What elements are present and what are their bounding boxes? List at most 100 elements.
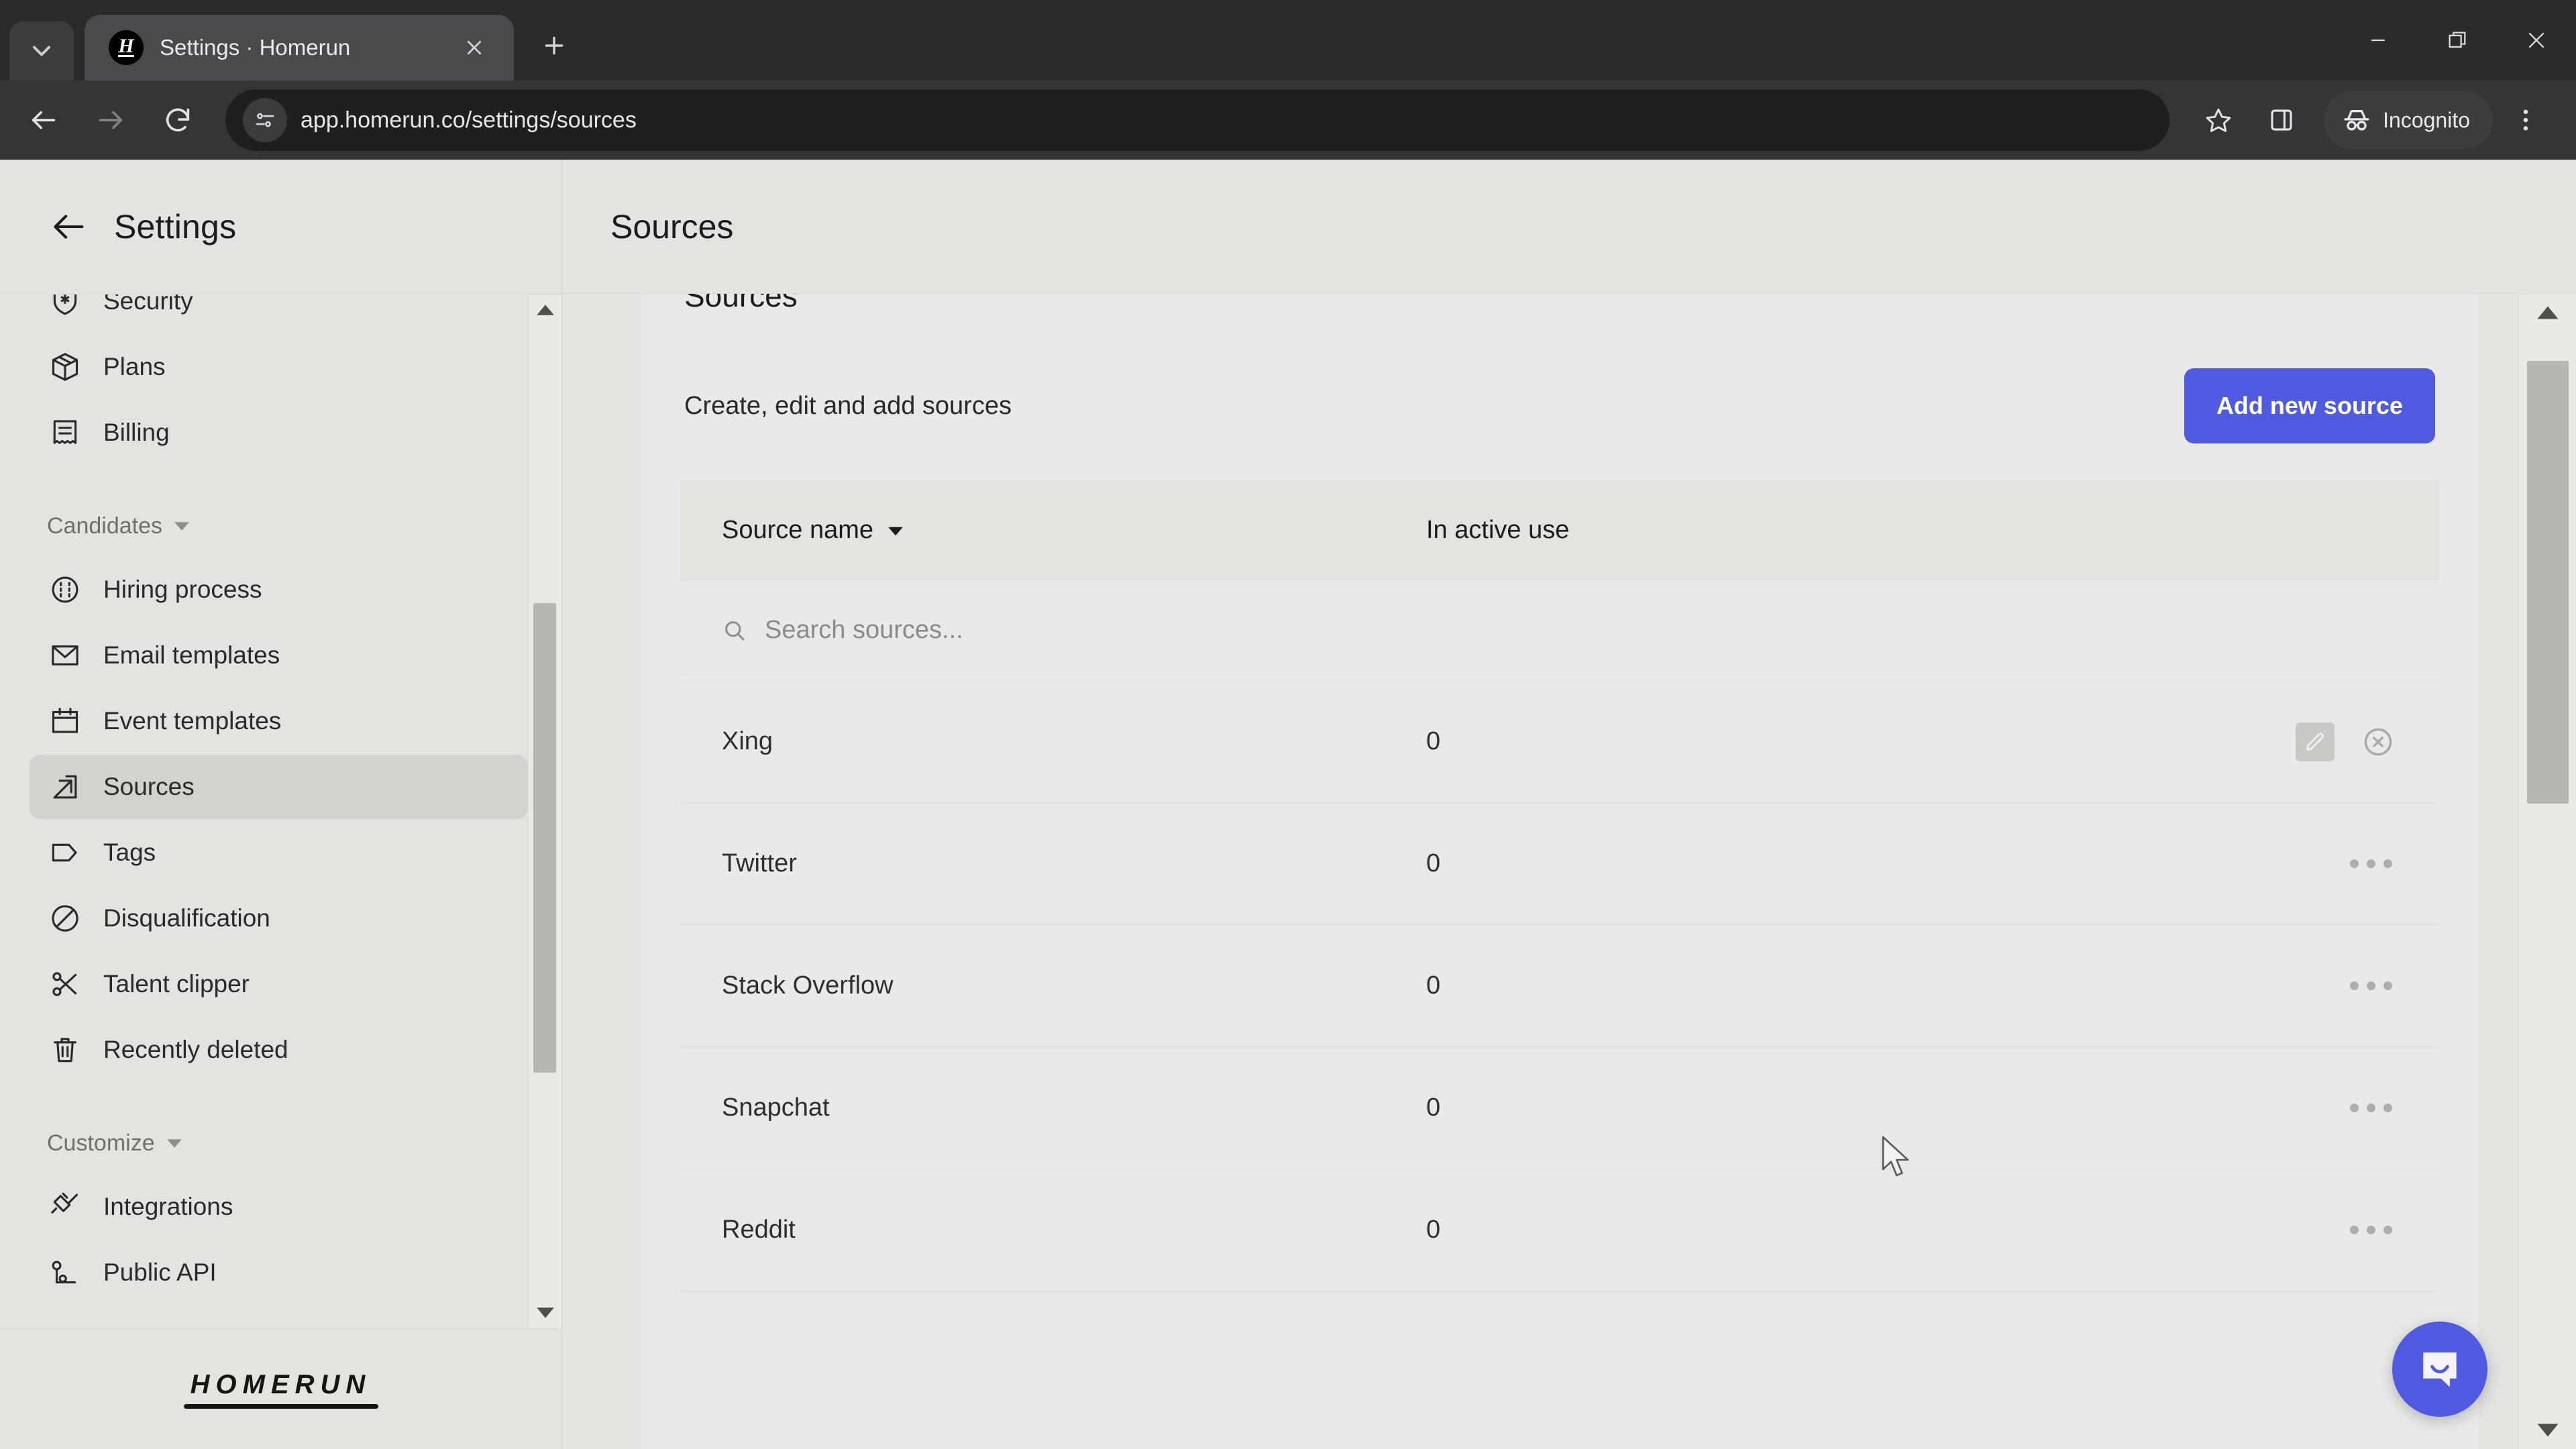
- reload-icon[interactable]: [146, 89, 209, 152]
- main-scroll-area: Sources Create, edit and add sources Add…: [562, 294, 2576, 1449]
- row-actions: [2344, 847, 2398, 881]
- more-icon[interactable]: [2344, 1091, 2398, 1126]
- sidebar-item-recently-deleted[interactable]: Recently deleted: [30, 1018, 528, 1082]
- sidebar-item-label: Hiring process: [103, 576, 262, 603]
- table-row[interactable]: Reddit 0: [680, 1169, 2439, 1291]
- sidebar-section-customize[interactable]: Customize: [30, 1120, 528, 1167]
- sidebar-scrollbar-thumb[interactable]: [533, 603, 556, 1073]
- table-row[interactable]: Snapchat 0: [680, 1047, 2439, 1169]
- page-scrollbar[interactable]: [2518, 294, 2576, 1449]
- page-title: Sources: [610, 207, 734, 246]
- scroll-up-icon[interactable]: [2519, 294, 2576, 331]
- sidebar-item-security[interactable]: Security: [30, 294, 528, 333]
- sidebar-item-label: Plans: [103, 353, 166, 380]
- table-row[interactable]: Twitter 0: [680, 803, 2439, 925]
- sidebar-item-hiring-process[interactable]: Hiring process: [30, 557, 528, 622]
- intercom-launcher-button[interactable]: [2392, 1322, 2487, 1417]
- page-scrollbar-thumb[interactable]: [2527, 361, 2569, 804]
- box-icon: [47, 349, 83, 385]
- browser-tab[interactable]: H Settings · Homerun: [85, 15, 514, 80]
- sidebar-item-billing[interactable]: Billing: [30, 400, 528, 465]
- sidebar-item-disqualification[interactable]: Disqualification: [30, 886, 528, 951]
- chevron-down-icon: [174, 522, 189, 531]
- scroll-down-icon[interactable]: [529, 1297, 561, 1328]
- api-key-icon: [47, 1254, 83, 1291]
- window-controls: [2339, 0, 2576, 80]
- sidebar-item-talent-clipper[interactable]: Talent clipper: [30, 952, 528, 1016]
- address-bar[interactable]: app.homerun.co/settings/sources: [225, 89, 2170, 151]
- page-viewport: Settings Security Plans Billing Candidat…: [0, 160, 2576, 1449]
- table-row[interactable]: Xing 0: [680, 681, 2439, 803]
- chrome-menu-icon[interactable]: [2496, 90, 2556, 150]
- sidebar-scroll-area: Security Plans Billing Candidates Hiring…: [0, 294, 561, 1328]
- toolbar-actions: Incognito: [2188, 90, 2556, 150]
- source-name: Reddit: [722, 1216, 796, 1244]
- plug-icon: [47, 1189, 83, 1225]
- chevron-down-icon: [166, 1139, 182, 1148]
- calendar-icon: [47, 703, 83, 739]
- arrow-box-icon: [47, 769, 83, 805]
- homerun-logo[interactable]: HOMERUN: [183, 1370, 378, 1409]
- main-content: Sources Sources Create, edit and add sou…: [562, 160, 2576, 1449]
- sidebar-item-sources[interactable]: Sources: [30, 755, 528, 819]
- column-header-source-name[interactable]: Source name: [722, 516, 1426, 545]
- maximize-icon[interactable]: [2418, 0, 2497, 80]
- browser-window: H Settings · Homerun app.homerun.co/sett…: [0, 0, 2576, 1449]
- bookmark-star-icon[interactable]: [2188, 90, 2249, 150]
- sidebar-item-integrations[interactable]: Integrations: [30, 1175, 528, 1239]
- sidebar-item-tags[interactable]: Tags: [30, 820, 528, 885]
- flow-circle-icon: [47, 572, 83, 608]
- search-input[interactable]: [765, 616, 2398, 645]
- table-row[interactable]: Stack Overflow 0: [680, 925, 2439, 1047]
- trash-icon: [47, 1032, 83, 1068]
- sidebar-title: Settings: [114, 208, 237, 246]
- scroll-up-icon[interactable]: [529, 294, 561, 325]
- more-icon[interactable]: [2344, 969, 2398, 1004]
- close-window-icon[interactable]: [2497, 0, 2576, 80]
- source-usage-count: 0: [1426, 971, 1441, 1000]
- incognito-label: Incognito: [2383, 107, 2470, 132]
- add-new-source-button[interactable]: Add new source: [2184, 368, 2435, 443]
- search-icon: [725, 621, 745, 641]
- sources-table: Source name In active use Xing 0: [680, 480, 2439, 1291]
- sidebar-item-plans[interactable]: Plans: [30, 335, 528, 399]
- close-icon[interactable]: [455, 28, 494, 67]
- sidebar-item-public-api[interactable]: Public API: [30, 1240, 528, 1305]
- sidebar-footer: HOMERUN: [0, 1328, 561, 1449]
- forward-icon[interactable]: [79, 89, 142, 152]
- tab-title: Settings · Homerun: [160, 35, 351, 60]
- new-tab-button[interactable]: [529, 20, 580, 71]
- logo-underline: [183, 1403, 378, 1409]
- more-icon[interactable]: [2344, 1213, 2398, 1248]
- row-actions: [2344, 1091, 2398, 1126]
- card-subtitle: Create, edit and add sources: [684, 391, 1012, 420]
- sidebar-item-label: Event templates: [103, 707, 282, 735]
- source-name: Snapchat: [722, 1093, 830, 1122]
- back-icon[interactable]: [12, 89, 75, 152]
- site-settings-icon[interactable]: [243, 98, 287, 142]
- tab-strip: H Settings · Homerun: [0, 0, 2576, 80]
- tab-search-button[interactable]: [9, 21, 74, 80]
- edit-icon[interactable]: [2296, 722, 2334, 761]
- card-heading: Sources: [684, 294, 798, 313]
- sidebar-item-email-templates[interactable]: Email templates: [30, 623, 528, 688]
- back-arrow-icon[interactable]: [48, 206, 90, 248]
- side-panel-icon[interactable]: [2251, 90, 2312, 150]
- sidebar-item-event-templates[interactable]: Event templates: [30, 689, 528, 753]
- sidebar-section-candidates[interactable]: Candidates: [30, 502, 528, 549]
- row-actions: [2344, 1213, 2398, 1248]
- search-row[interactable]: [680, 580, 2439, 681]
- incognito-indicator[interactable]: Incognito: [2324, 91, 2493, 149]
- sidebar-item-label: Tags: [103, 839, 156, 866]
- more-icon[interactable]: [2344, 847, 2398, 881]
- scroll-down-icon[interactable]: [2519, 1411, 2576, 1449]
- sidebar-item-label: Recently deleted: [103, 1036, 288, 1063]
- sidebar-section-label: Customize: [47, 1130, 155, 1156]
- page-header: Sources: [562, 160, 2576, 294]
- source-usage-count: 0: [1426, 849, 1441, 877]
- sidebar-scrollbar[interactable]: [528, 294, 561, 1328]
- prohibition-icon: [47, 900, 83, 936]
- minimize-icon[interactable]: [2339, 0, 2418, 80]
- row-actions: [2344, 969, 2398, 1004]
- delete-icon[interactable]: [2359, 722, 2398, 761]
